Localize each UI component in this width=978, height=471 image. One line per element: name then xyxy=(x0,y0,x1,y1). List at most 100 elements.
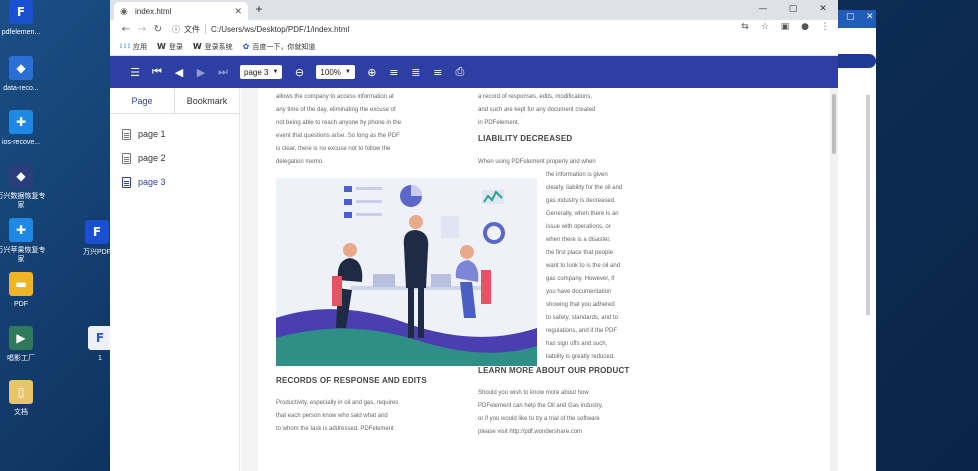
app-icon: ▯ xyxy=(9,380,33,404)
browser-window: ◉ index.html ✕ + — ▢ ✕ ← → ↻ ⓘ 文件 C:/Use… xyxy=(110,0,838,471)
chevron-down-icon: ▼ xyxy=(344,69,351,75)
page-select[interactable]: page 3 ▼ xyxy=(240,65,283,79)
desktop-icon[interactable]: ◆ 万兴数据恢复专家 xyxy=(0,164,48,210)
close-tab-icon[interactable]: ✕ xyxy=(234,6,242,17)
page-list-label: page 1 xyxy=(138,129,166,139)
tab-bookmark[interactable]: Bookmark xyxy=(175,88,239,113)
browser-tab[interactable]: ◉ index.html ✕ xyxy=(114,2,248,20)
bookmark-item[interactable]: W 登录系统 xyxy=(193,42,233,52)
bookmark-item[interactable]: W 登录 xyxy=(157,42,183,52)
records-text: Productivity, especially in oil and gas,… xyxy=(276,397,446,436)
illustration-office-team xyxy=(276,178,537,366)
scrollbar-thumb[interactable] xyxy=(832,94,836,154)
align-center-icon[interactable]: ≣ xyxy=(405,66,427,79)
forward-icon[interactable]: → xyxy=(134,24,150,35)
previous-page-icon[interactable]: ◀ xyxy=(168,66,190,79)
text-line: showing that you adhered xyxy=(546,302,615,308)
text-line: Generally, when there is an xyxy=(546,211,619,217)
bookmark-label: 登录系统 xyxy=(204,43,233,51)
next-page-icon[interactable]: ▶ xyxy=(190,66,212,79)
account-icon[interactable]: ● xyxy=(798,22,812,32)
zoom-out-icon[interactable]: ⊖ xyxy=(288,66,310,79)
text-line: Productivity, especially in oil and gas,… xyxy=(276,400,399,406)
sidebar-toggle-icon[interactable]: ☰ xyxy=(124,66,146,79)
app-icon: F xyxy=(85,220,109,244)
document-icon xyxy=(122,128,131,140)
background-window-titlebar[interactable]: ▢ ✕ xyxy=(832,10,876,28)
text-line: Should you wish to know more about how xyxy=(478,390,589,396)
grid-icon: ⋮⋮⋮ xyxy=(118,43,132,50)
background-window-scrollbar[interactable] xyxy=(866,95,870,315)
last-page-icon[interactable]: ⏭ xyxy=(212,65,234,79)
text-line: event that questions arise. So long as t… xyxy=(276,133,400,139)
desktop-icon[interactable]: ▯ 文档 xyxy=(0,380,48,417)
zoom-in-icon[interactable]: ⊕ xyxy=(361,66,383,79)
page-list-label: page 2 xyxy=(138,153,166,163)
bookmark-label: 应用 xyxy=(133,43,147,51)
align-right-icon[interactable]: ≡ xyxy=(427,66,449,79)
menu-icon[interactable]: ⋮ xyxy=(818,22,832,32)
content-scrollbar[interactable] xyxy=(830,88,838,471)
print-icon[interactable]: ⎙ xyxy=(449,65,471,79)
star-icon[interactable]: ☆ xyxy=(758,22,772,32)
text-line: not being able to reach anyone by phone … xyxy=(276,120,402,126)
text-line: clearly, liability for the oil and xyxy=(546,185,623,191)
desktop-icon[interactable]: ✚ 万兴苹果恢复专家 xyxy=(0,218,48,264)
text-line: you have documentation xyxy=(546,289,612,295)
minimize-icon[interactable]: — xyxy=(748,0,778,18)
close-window-icon[interactable]: ✕ xyxy=(808,0,838,18)
page-list-item[interactable]: page 2 xyxy=(110,146,239,170)
desktop-icon[interactable]: ▶ 唱影工厂 xyxy=(0,326,48,363)
chevron-down-icon: ▼ xyxy=(272,69,279,75)
first-page-icon[interactable]: ⏮ xyxy=(146,65,168,79)
left-column-text: allows the company to access information… xyxy=(276,91,426,169)
text-line: issue with operations, or xyxy=(546,224,611,230)
desktop-icon-label: pdfelemen... xyxy=(1,29,41,36)
app-icon: F xyxy=(9,0,33,24)
maximize-icon[interactable]: ▢ xyxy=(846,12,855,22)
app-icon: F xyxy=(88,326,112,350)
tab-page[interactable]: Page xyxy=(110,88,175,113)
text-line: that each person know who said what and xyxy=(276,413,388,419)
zoom-select[interactable]: 100% ▼ xyxy=(316,65,355,79)
text-line: or if you would like to try a trial of t… xyxy=(478,416,600,422)
desktop-icon[interactable]: ◆ data-reco... xyxy=(0,56,48,93)
desktop-icon[interactable]: Fpdfelemen... xyxy=(0,0,48,37)
new-tab-button[interactable]: + xyxy=(252,2,266,16)
page-list: page 1 page 2 page 3 xyxy=(110,114,239,194)
address-bar[interactable]: ⓘ 文件 C:/Users/ws/Desktop/PDF/1/index.htm… xyxy=(172,21,349,37)
bookmark-item[interactable]: ⋮⋮⋮ 应用 xyxy=(118,42,147,52)
text-line: liability is greatly reduced. xyxy=(546,354,615,360)
bookmark-label: 百度一下，你就知道 xyxy=(252,43,316,51)
back-icon[interactable]: ← xyxy=(118,24,134,35)
bookmark-item[interactable]: ✿ 百度一下，你就知道 xyxy=(243,42,316,52)
text-line: to whom the task is addressed. PDFelemen… xyxy=(276,426,394,432)
liability-text: the information is given clearly, liabili… xyxy=(546,169,646,364)
bookmark-label: 登录 xyxy=(168,43,183,51)
text-line: is clear, there is no excuse not to foll… xyxy=(276,146,391,152)
address-divider xyxy=(205,24,206,34)
pdf-toolbar: ☰ ⏮ ◀ ▶ ⏭ page 3 ▼ ⊖ 100% ▼ ⊕ ≡ ≣ ≡ ⎙ xyxy=(110,56,838,88)
close-icon[interactable]: ✕ xyxy=(866,12,874,22)
text-line: and such are kept for any document creat… xyxy=(478,107,596,113)
app-icon: ▬ xyxy=(9,272,33,296)
desktop-icon[interactable]: ✚ ios-recove... xyxy=(0,110,48,147)
background-window[interactable]: ▢ ✕ xyxy=(832,10,876,471)
translate-icon[interactable]: ⇆ xyxy=(738,22,752,32)
address-url[interactable]: C:/Users/ws/Desktop/PDF/1/index.html xyxy=(211,25,349,34)
page-list-item[interactable]: page 1 xyxy=(110,122,239,146)
text-line: delegation memo. xyxy=(276,159,324,165)
desktop-icon-label: data-reco... xyxy=(3,85,39,92)
background-window-button[interactable] xyxy=(836,54,876,68)
align-left-icon[interactable]: ≡ xyxy=(383,66,405,79)
text-line: when there is a disaster, xyxy=(546,237,611,243)
info-icon[interactable]: ⓘ xyxy=(172,24,180,35)
extension-icon[interactable]: ▣ xyxy=(778,22,792,32)
page-list-item[interactable]: page 3 xyxy=(110,170,239,194)
pdf-content: allows the company to access information… xyxy=(241,88,838,471)
maximize-icon[interactable]: ▢ xyxy=(778,0,808,18)
text-line: allows the company to access information… xyxy=(276,94,394,100)
app-icon: ✚ xyxy=(9,218,33,242)
reload-icon[interactable]: ↻ xyxy=(150,24,166,35)
desktop-icon[interactable]: ▬ PDF xyxy=(0,272,48,309)
